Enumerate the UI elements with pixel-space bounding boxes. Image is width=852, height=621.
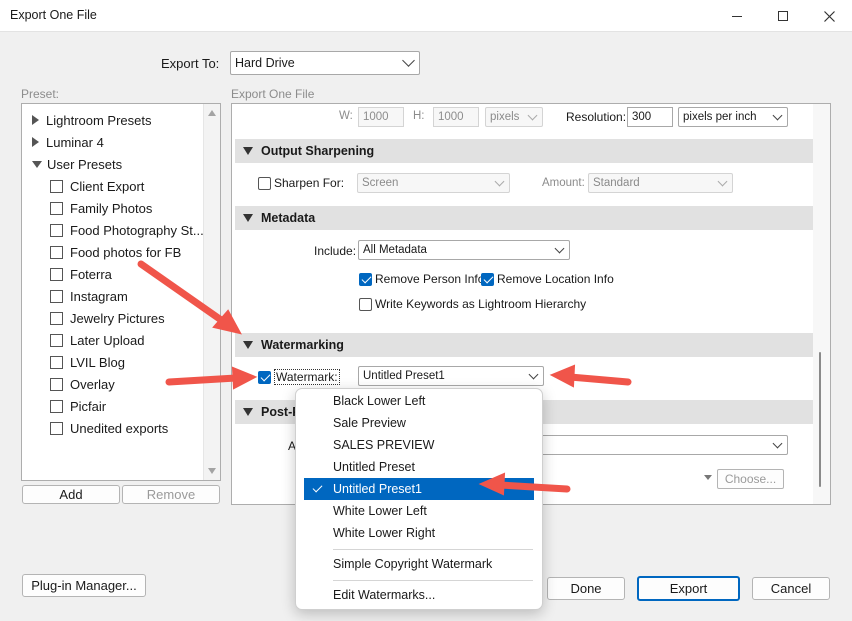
arrow-to-watermark-select-icon — [566, 373, 632, 386]
arrowhead-icon — [231, 366, 258, 390]
arrow-to-watermark-checkbox-icon — [165, 374, 240, 386]
arrow-to-watermarking-icon — [137, 260, 228, 326]
arrow-to-selected-item-icon — [496, 481, 571, 493]
annotation-arrows — [137, 260, 632, 496]
arrowhead-icon — [478, 472, 506, 496]
arrowhead-icon — [549, 364, 576, 388]
